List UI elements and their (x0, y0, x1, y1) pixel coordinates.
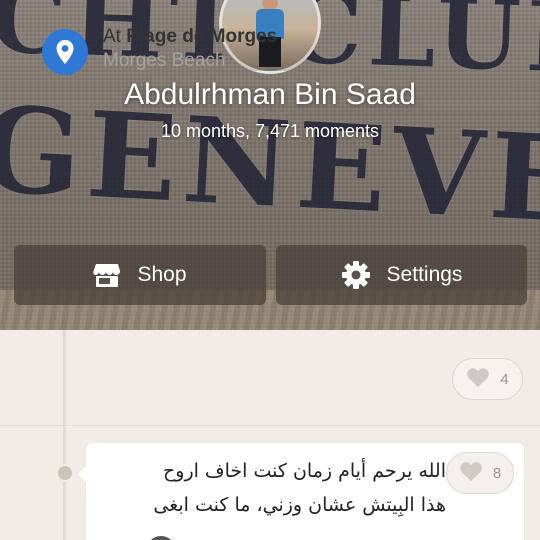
venue-like-button[interactable]: 4 (452, 358, 523, 400)
profile-stats: 10 months, 7,471 moments (160, 121, 380, 141)
settings-button[interactable]: Settings (276, 245, 527, 305)
profile-name: Abdulrhman Bin Saad (124, 78, 416, 111)
timeline-dot (56, 464, 74, 482)
venue-like-count: 4 (500, 370, 509, 388)
heart-icon (459, 461, 483, 486)
gear-icon (341, 260, 371, 290)
venue-title[interactable]: At Plage de Morges (103, 26, 277, 48)
tip-text-line-2: هذا البِيتش عشان وزني، ما كنت ابغى (153, 494, 446, 516)
heart-icon (466, 367, 490, 392)
tip-text-line-1: الله يرحم أيام زمان كنت اخاف اروح (163, 460, 446, 482)
shop-button[interactable]: Shop (14, 245, 266, 305)
tip-text: الله يرحم أيام زمان كنت اخاف اروح هذا ال… (100, 454, 446, 522)
shop-button-label: Shop (137, 263, 187, 286)
venue-name[interactable]: Plage de Morges (126, 26, 277, 47)
venue-subtitle: Morges Beach (103, 50, 226, 71)
tip-like-button[interactable]: 8 (446, 452, 514, 494)
tip-like-count: 8 (492, 464, 502, 482)
location-pin-icon[interactable] (42, 29, 88, 75)
venue-prefix: At (103, 26, 121, 47)
settings-button-label: Settings (386, 263, 463, 286)
store-icon (93, 262, 121, 288)
